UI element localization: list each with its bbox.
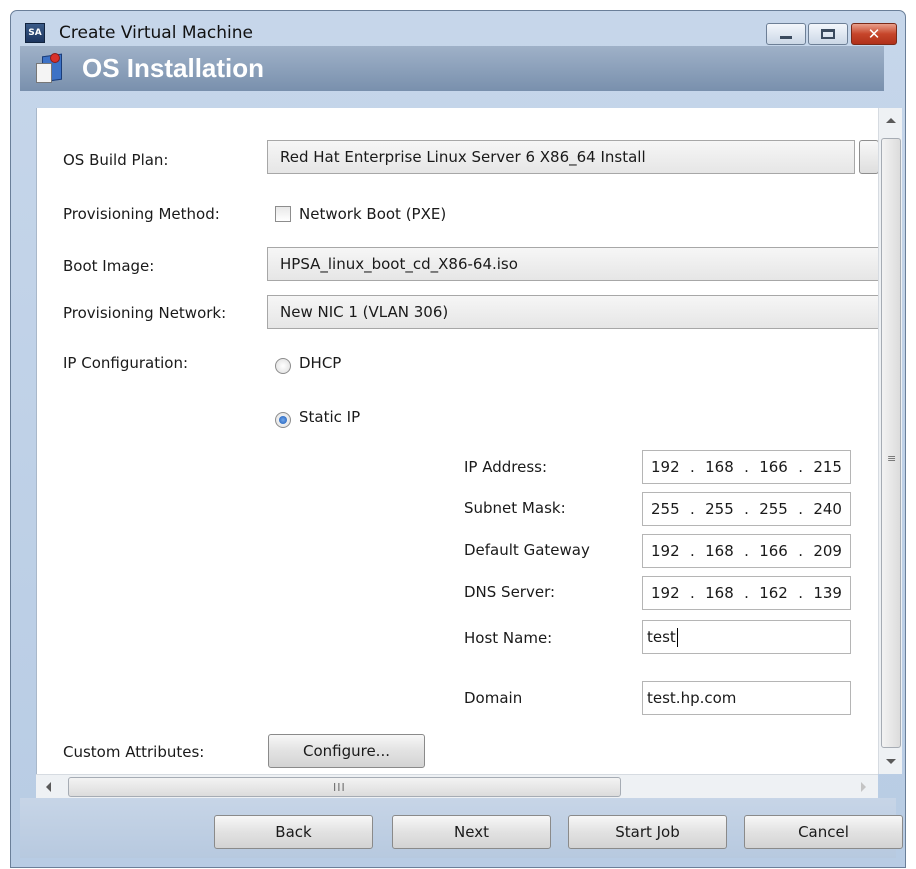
ip-octet: 240 <box>813 500 842 518</box>
subnet-mask-input[interactable]: 255. 255. 255. 240 <box>642 492 851 526</box>
wizard-footer: Back Next Start Job Cancel <box>20 798 903 858</box>
cancel-button[interactable]: Cancel <box>744 815 903 849</box>
os-build-plan-field: Red Hat Enterprise Linux Server 6 X86_64… <box>267 140 855 174</box>
scroll-left-icon[interactable] <box>46 782 51 792</box>
provisioning-network-label: Provisioning Network: <box>63 304 227 322</box>
ip-dot: . <box>689 584 695 602</box>
ip-octet: 209 <box>813 542 842 560</box>
default-gateway-label: Default Gateway <box>464 541 590 559</box>
scroll-up-icon[interactable] <box>886 118 896 123</box>
domain-label: Domain <box>464 689 523 707</box>
title-bar[interactable]: SA Create Virtual Machine ✕ <box>11 11 905 51</box>
ip-address-input[interactable]: 192. 168. 166. 215 <box>642 450 851 484</box>
dhcp-label[interactable]: DHCP <box>299 354 341 372</box>
scroll-down-icon[interactable] <box>886 759 896 764</box>
close-icon: ✕ <box>867 25 881 43</box>
horizontal-scroll-thumb[interactable]: III <box>68 777 621 797</box>
host-name-input[interactable]: test <box>642 620 851 654</box>
ip-dot: . <box>798 584 803 602</box>
ip-octet: 168 <box>705 584 734 602</box>
ip-octet: 192 <box>651 458 680 476</box>
dhcp-radio[interactable] <box>275 358 291 374</box>
domain-value: test.hp.com <box>647 689 737 707</box>
host-name-label: Host Name: <box>464 629 553 647</box>
network-boot-label[interactable]: Network Boot (PXE) <box>299 205 446 223</box>
static-ip-radio[interactable] <box>275 412 291 428</box>
vertical-scrollbar[interactable]: ≡ <box>878 108 902 774</box>
ip-dot: . <box>798 458 803 476</box>
boot-image-select[interactable]: HPSA_linux_boot_cd_X86-64.iso <box>267 247 880 281</box>
scroll-right-icon[interactable] <box>861 782 866 792</box>
provisioning-method-label: Provisioning Method: <box>63 205 220 223</box>
os-build-plan-label: OS Build Plan: <box>63 151 169 169</box>
close-button[interactable]: ✕ <box>851 23 897 45</box>
back-button[interactable]: Back <box>214 815 373 849</box>
vertical-grip-icon: ≡ <box>887 452 897 465</box>
ip-dot: . <box>689 500 695 518</box>
ip-octet: 168 <box>705 542 734 560</box>
ip-dot: . <box>744 458 749 476</box>
minimize-button[interactable] <box>766 23 806 45</box>
minimize-icon <box>780 36 792 39</box>
ip-dot: . <box>744 542 749 560</box>
subnet-mask-label: Subnet Mask: <box>464 499 566 517</box>
text-caret <box>676 628 678 647</box>
ip-dot: . <box>744 500 749 518</box>
page-title: OS Installation <box>82 53 265 83</box>
ip-octet: 192 <box>651 584 680 602</box>
ip-dot: . <box>744 584 749 602</box>
os-build-plan-browse-button[interactable] <box>859 140 879 174</box>
ip-octet: 255 <box>759 500 788 518</box>
app-badge-icon: SA <box>25 23 45 43</box>
custom-attributes-label: Custom Attributes: <box>63 743 205 761</box>
start-job-button[interactable]: Start Job <box>568 815 727 849</box>
network-boot-checkbox[interactable] <box>275 206 291 222</box>
provisioning-network-select[interactable]: New NIC 1 (VLAN 306) <box>267 295 880 329</box>
ip-address-label: IP Address: <box>464 458 548 476</box>
boot-image-label: Boot Image: <box>63 257 155 275</box>
ip-octet: 168 <box>705 458 734 476</box>
next-button[interactable]: Next <box>392 815 551 849</box>
ip-dot: . <box>689 542 695 560</box>
horizontal-grip-icon: III <box>333 781 346 794</box>
configure-button[interactable]: Configure... <box>268 734 425 768</box>
ip-octet: 139 <box>813 584 842 602</box>
vertical-scroll-thumb[interactable]: ≡ <box>881 138 901 748</box>
ip-octet: 166 <box>759 542 788 560</box>
ip-octet: 255 <box>705 500 734 518</box>
ip-dot: . <box>798 542 803 560</box>
domain-input[interactable]: test.hp.com <box>642 681 851 715</box>
horizontal-scrollbar[interactable]: III <box>36 774 878 798</box>
dns-server-label: DNS Server: <box>464 583 556 601</box>
ip-dot: . <box>798 500 803 518</box>
static-ip-label[interactable]: Static IP <box>299 408 360 426</box>
page-header: OS Installation <box>20 46 884 91</box>
host-name-value: test <box>647 628 676 646</box>
dns-server-input[interactable]: 192. 168. 162. 139 <box>642 576 851 610</box>
ip-octet: 162 <box>759 584 788 602</box>
ip-octet: 166 <box>759 458 788 476</box>
ip-octet: 215 <box>813 458 842 476</box>
install-books-icon <box>36 53 70 85</box>
maximize-button[interactable] <box>808 23 848 45</box>
window-title: Create Virtual Machine <box>59 23 254 43</box>
ip-configuration-label: IP Configuration: <box>63 354 189 372</box>
form-panel: OS Build Plan: Red Hat Enterprise Linux … <box>36 108 880 774</box>
ip-octet: 192 <box>651 542 680 560</box>
default-gateway-input[interactable]: 192. 168. 166. 209 <box>642 534 851 568</box>
ip-dot: . <box>689 458 695 476</box>
ip-octet: 255 <box>651 500 680 518</box>
maximize-icon <box>821 29 835 39</box>
